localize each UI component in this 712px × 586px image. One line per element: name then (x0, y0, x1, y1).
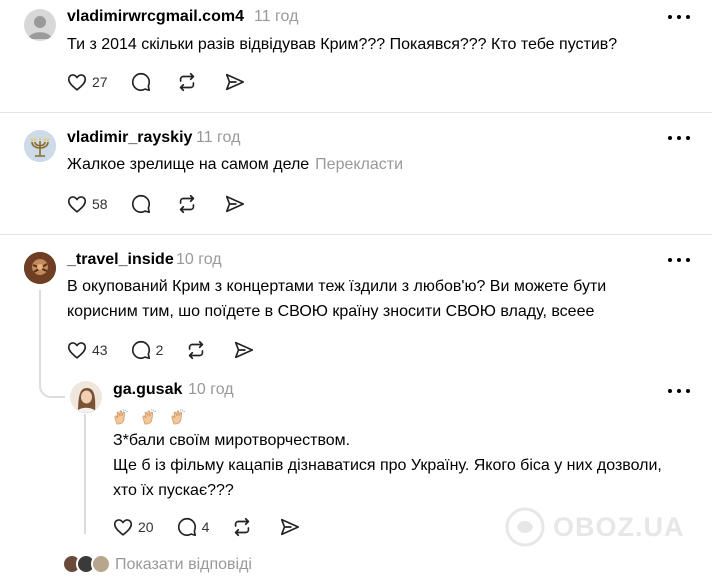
watermark: OBOZ.UA (505, 507, 685, 547)
more-options-button[interactable] (668, 254, 690, 266)
like-button[interactable]: 43 (66, 338, 108, 362)
more-options-button[interactable] (668, 11, 690, 23)
comment-icon (131, 72, 150, 92)
more-options-button[interactable] (668, 132, 690, 144)
thread-line (39, 290, 41, 340)
share-icon (281, 518, 300, 536)
like-count: 58 (92, 196, 108, 212)
more-options-button[interactable] (668, 385, 690, 397)
share-icon (235, 341, 254, 359)
repost-button[interactable] (231, 515, 253, 539)
repost-button[interactable] (185, 338, 207, 362)
reply-username[interactable]: ga.gusak (113, 381, 182, 399)
comment-actions: 27 (66, 70, 246, 94)
like-button[interactable]: 58 (66, 192, 108, 216)
translate-link[interactable]: Перекласти (315, 156, 403, 173)
comment-icon (131, 340, 150, 360)
comment-time: 11 год (196, 129, 241, 146)
comment-username[interactable]: vladimir_rayskiy (67, 129, 192, 147)
show-replies-link[interactable]: Показати відповіді (115, 556, 252, 574)
repost-button[interactable] (176, 192, 198, 216)
reply-text-line: З*бали своїм миротворчеством. (113, 432, 351, 449)
comment-text-line: В окупований Крим з концертами теж їздил… (67, 278, 607, 295)
repost-icon (235, 517, 250, 537)
repost-icon (179, 194, 194, 214)
share-button[interactable] (233, 338, 255, 362)
comment-username[interactable]: _travel_inside (67, 251, 174, 269)
thread-connector (39, 340, 65, 398)
comment-time: 11 год (254, 8, 299, 25)
reply-text-line: Ще б із фільму кацапів дізнаватися про У… (113, 457, 662, 474)
heart-icon (67, 342, 87, 359)
reply-count: 2 (155, 342, 164, 358)
reply-time: 10 год (188, 381, 234, 398)
comment-text: В окупований Крим з концертами теж їздил… (67, 274, 697, 324)
comment-time: 10 год (176, 251, 222, 268)
clap-emoji (171, 408, 185, 425)
share-button[interactable] (224, 192, 246, 216)
divider (0, 234, 712, 235)
avatar-reply[interactable] (70, 381, 102, 413)
reply-button[interactable]: 2 (130, 338, 164, 362)
comment-actions: 43 2 (66, 338, 255, 362)
avatar-default[interactable] (24, 9, 56, 41)
like-count: 27 (92, 74, 108, 90)
like-button[interactable]: 27 (66, 70, 108, 94)
reply-button[interactable] (130, 70, 152, 94)
comment-icon (177, 517, 196, 537)
like-count: 43 (92, 342, 108, 358)
heart-icon (67, 196, 87, 213)
comment-username[interactable]: vladimirwrcgmail.com4 (67, 8, 244, 26)
share-icon (225, 195, 244, 213)
like-button[interactable]: 20 (112, 515, 154, 539)
oboz-logo-icon (505, 507, 545, 547)
replier-avatar (91, 554, 111, 574)
share-button[interactable] (224, 70, 246, 94)
avatar-menorah[interactable] (24, 130, 56, 162)
comment-actions: 58 (66, 192, 246, 216)
comment-text: Жалкое зрелище на самом деле (67, 156, 310, 173)
heart-icon (113, 519, 133, 536)
clap-emoji (142, 408, 157, 425)
divider (0, 112, 712, 113)
reply-button[interactable]: 4 (176, 515, 210, 539)
reply-text: З*бали своїм миротворчеством. Ще б із фі… (113, 428, 703, 503)
comment-icon (131, 194, 150, 214)
like-count: 20 (138, 519, 154, 535)
reply-text-line: хто їх пускає??? (113, 482, 234, 499)
repost-button[interactable] (176, 70, 198, 94)
avatar-travel[interactable] (24, 252, 56, 284)
comment-text-row: Жалкое зрелище на самом деле Перекласти (67, 152, 687, 177)
heart-icon (67, 74, 87, 91)
comment-text: Ти з 2014 скільки разів відвідував Крим?… (67, 36, 618, 53)
share-button[interactable] (279, 515, 301, 539)
clap-emoji (114, 408, 128, 425)
reply-count: 4 (201, 519, 210, 535)
thread-line (84, 414, 86, 534)
repost-icon (179, 72, 194, 92)
reply-button[interactable] (130, 192, 152, 216)
repost-icon (189, 340, 204, 360)
comment-text-line: корисним тим, шо поїдете в СВОЮ країну з… (67, 303, 595, 320)
watermark-text: OBOZ.UA (553, 511, 685, 542)
emoji-row (113, 408, 194, 426)
share-icon (225, 73, 244, 91)
reply-actions: 20 4 (112, 515, 301, 539)
